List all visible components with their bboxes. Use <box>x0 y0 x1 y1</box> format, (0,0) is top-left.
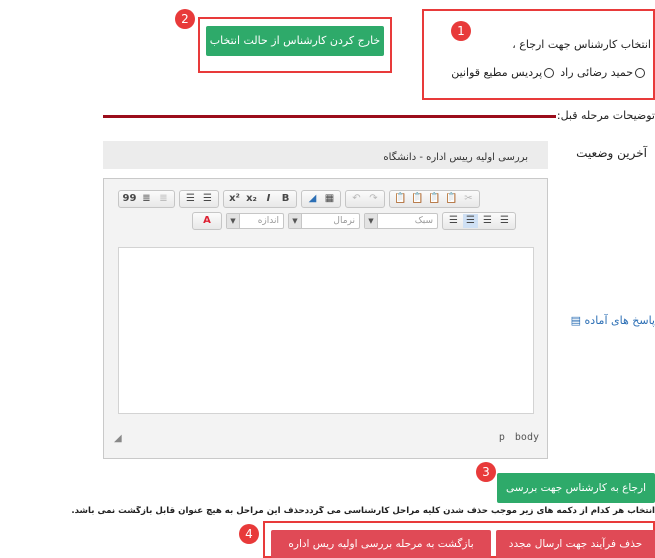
annotation-badge-2: 2 <box>175 9 195 29</box>
last-status-label: آخرین وضعیت <box>576 146 647 160</box>
section-divider <box>103 115 556 118</box>
toolbar-group-block: 99 ≣ ≣ <box>118 190 175 208</box>
toolbar-group-basic: x² x₂ I B <box>223 190 297 208</box>
editor-toolbar-row-1: 99 ≣ ≣ ☰ ☰ x² x₂ I B ◢ ▦ ↶ ↷ 📋 📋 📋 📋 ✂ <box>118 189 484 209</box>
toolbar-group-align: ☰ ☰ ☰ ☰ <box>442 212 516 230</box>
radio-button[interactable] <box>635 67 645 78</box>
align-ltr-icon[interactable]: ≣ <box>156 192 171 206</box>
resize-handle-icon[interactable]: ◢ <box>114 433 122 444</box>
radio-option-hamid[interactable]: حمید رضائی راد <box>560 66 645 79</box>
cut-icon[interactable]: ✂ <box>461 192 476 206</box>
last-status-box: بررسی اولیه رییس اداره - دانشگاه <box>103 141 548 169</box>
editor-toolbar-row-2: A ▼ اندازه ▼ نرمال ▼ سبک ☰ ☰ ☰ ☰ <box>192 211 520 231</box>
paste-text-icon[interactable]: 📋 <box>410 192 425 206</box>
remove-format-icon[interactable]: ◢ <box>305 192 320 206</box>
font-color-icon[interactable]: A <box>198 214 216 228</box>
bold-icon[interactable]: B <box>278 192 293 206</box>
document-icon: ▤ <box>570 314 582 327</box>
font-size-select[interactable]: ▼ اندازه <box>226 213 284 229</box>
rich-text-editor: 99 ≣ ≣ ☰ ☰ x² x₂ I B ◢ ▦ ↶ ↷ 📋 📋 📋 📋 ✂ A… <box>103 178 548 459</box>
toolbar-group-clipboard: 📋 📋 📋 📋 ✂ <box>389 190 480 208</box>
return-to-initial-review-button[interactable]: بازگشت به مرحله بررسی اولیه ریس اداره <box>271 530 491 558</box>
annotation-badge-1: 1 <box>451 21 471 41</box>
delete-process-button[interactable]: حذف فرآیند جهت ارسال مجدد <box>496 530 655 558</box>
toolbar-group-color: A <box>192 212 222 230</box>
superscript-icon[interactable]: x² <box>227 192 242 206</box>
last-status-value: بررسی اولیه رییس اداره - دانشگاه <box>383 152 528 163</box>
paste-icon[interactable]: 📋 <box>427 192 442 206</box>
format-select-value: نرمال <box>333 216 355 226</box>
toolbar-group-lists: ☰ ☰ <box>179 190 219 208</box>
radio-label: حمید رضائی راد <box>560 66 633 79</box>
redo-icon[interactable]: ↷ <box>366 192 381 206</box>
undo-icon[interactable]: ↶ <box>349 192 364 206</box>
chevron-down-icon: ▼ <box>365 214 378 228</box>
blockquote-icon[interactable]: 99 <box>122 192 137 206</box>
radio-option-pardis[interactable]: پردیس مطیع قوانین <box>451 66 555 79</box>
chevron-down-icon: ▼ <box>289 214 302 228</box>
subscript-icon[interactable]: x₂ <box>244 192 259 206</box>
toolbar-group-tools: ◢ ▦ <box>301 190 341 208</box>
radio-label: پردیس مطیع قوانین <box>451 66 543 79</box>
justify-icon[interactable]: ☰ <box>446 214 461 228</box>
paste-word-icon[interactable]: 📋 <box>393 192 408 206</box>
copy-icon[interactable]: 📋 <box>444 192 459 206</box>
prev-step-heading: توضیحات مرحله قبل: <box>556 109 655 122</box>
align-right-icon[interactable]: ☰ <box>463 214 478 228</box>
editor-content-area[interactable] <box>118 247 534 414</box>
align-center-icon[interactable]: ☰ <box>480 214 495 228</box>
radio-button[interactable] <box>544 67 555 78</box>
font-size-select-value: اندازه <box>257 216 279 226</box>
chevron-down-icon: ▼ <box>227 214 240 228</box>
format-select[interactable]: ▼ نرمال <box>288 213 360 229</box>
toolbar-group-history: ↶ ↷ <box>345 190 385 208</box>
italic-icon[interactable]: I <box>261 192 276 206</box>
annotation-badge-4: 4 <box>239 524 259 544</box>
annotation-badge-3: 3 <box>476 462 496 482</box>
path-body[interactable]: body <box>515 432 539 443</box>
warning-text: انتخاب هر کدام از دکمه های زیر موجب حذف … <box>71 506 655 516</box>
align-rtl-icon[interactable]: ≣ <box>139 192 154 206</box>
align-left-icon[interactable]: ☰ <box>497 214 512 228</box>
referral-options: حمید رضائی راد پردیس مطیع قوانین <box>451 66 645 79</box>
path-p[interactable]: p <box>499 432 505 443</box>
deselect-expert-button[interactable]: خارج کردن کارشناس از حالت انتخاب <box>206 26 384 56</box>
editor-status-path: p body <box>499 432 539 443</box>
outdent-icon[interactable]: ☰ <box>183 192 198 206</box>
refer-to-expert-button[interactable]: ارجاع به کارشناس جهت بررسی <box>497 473 655 503</box>
styles-select-value: سبک <box>414 216 433 226</box>
ready-replies-label: پاسخ های آماده <box>584 314 655 327</box>
ready-replies-link[interactable]: پاسخ های آماده ▤ <box>571 314 655 327</box>
indent-icon[interactable]: ☰ <box>200 192 215 206</box>
table-icon[interactable]: ▦ <box>322 192 337 206</box>
referral-label: انتخاب کارشناس جهت ارجاع ، <box>512 38 651 51</box>
styles-select[interactable]: ▼ سبک <box>364 213 438 229</box>
